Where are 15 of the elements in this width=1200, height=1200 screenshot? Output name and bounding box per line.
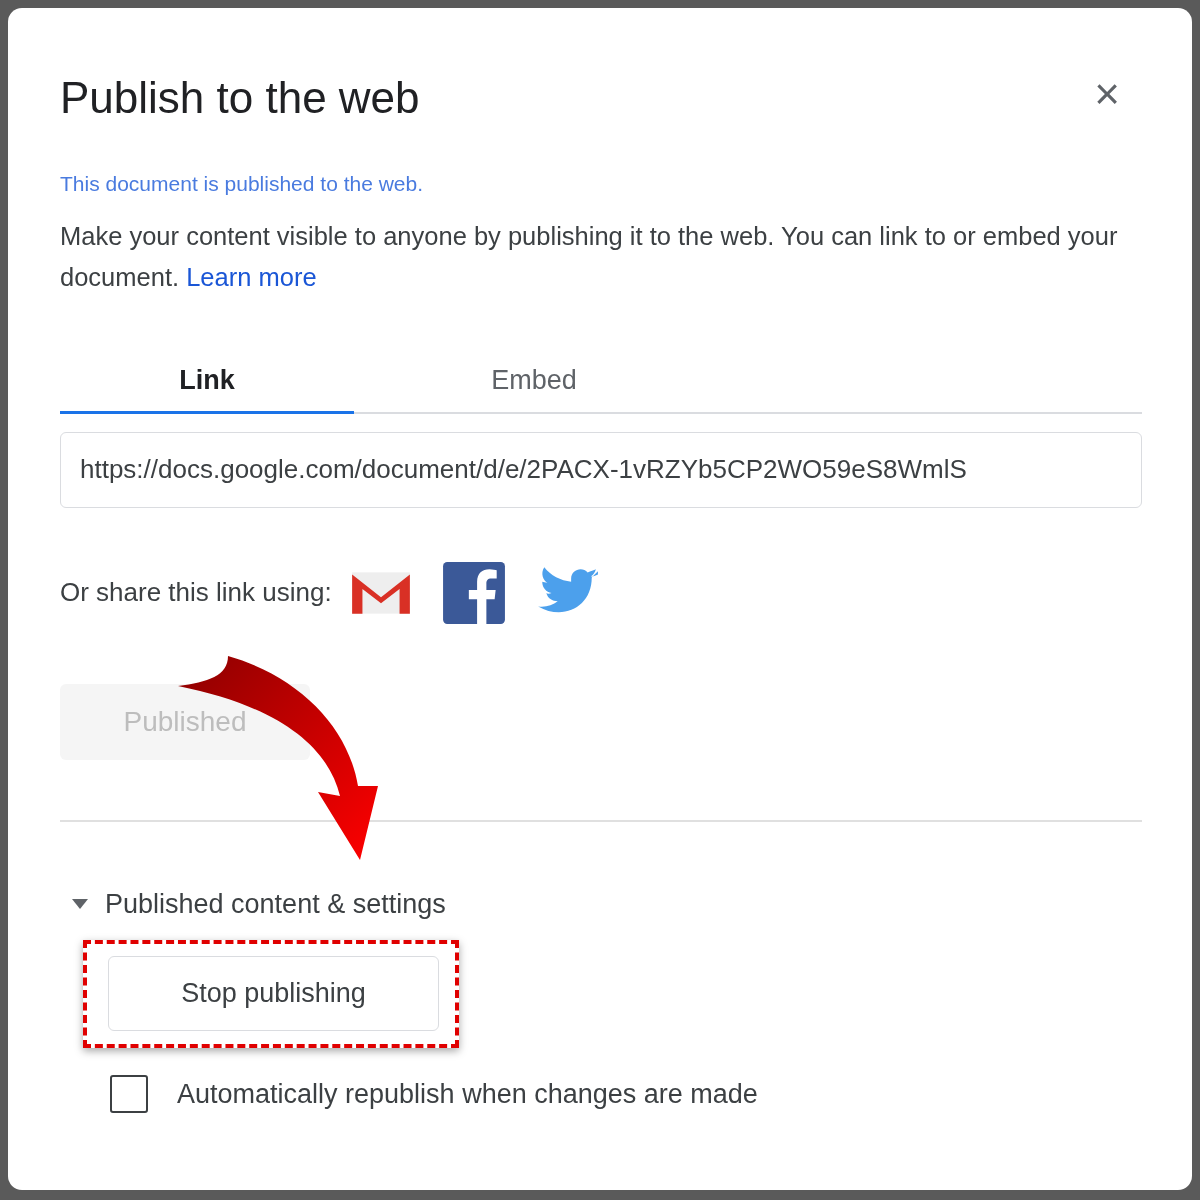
learn-more-link[interactable]: Learn more	[186, 262, 317, 291]
close-button[interactable]: ×	[1094, 72, 1120, 116]
tab[interactable]: Embed	[354, 349, 714, 414]
tab[interactable]: Link	[60, 349, 354, 414]
link-field[interactable]: https://docs.google.com/document/d/e/2PACX-1vRZYb5CP2WO59eS8WmlS	[60, 431, 1142, 508]
facebook-icon[interactable]	[440, 559, 507, 626]
triangle-icon[interactable]	[72, 898, 88, 909]
description-text: Make your content visible to anyone by publishing it to the web. You can link to or embed your document. Learn more	[60, 220, 1119, 293]
checkbox[interactable]	[110, 1075, 148, 1114]
dialog-title: Publish to the web	[60, 72, 420, 124]
checkbox-label: Automatically republish when changes are made	[177, 1078, 758, 1111]
share-label: Or share this link using:	[60, 576, 332, 609]
status-text: This document is published to the web.	[60, 171, 425, 197]
stop-publishing-button[interactable]: Stop publishing	[108, 956, 439, 1031]
section-title: Published content & settings	[105, 887, 446, 921]
